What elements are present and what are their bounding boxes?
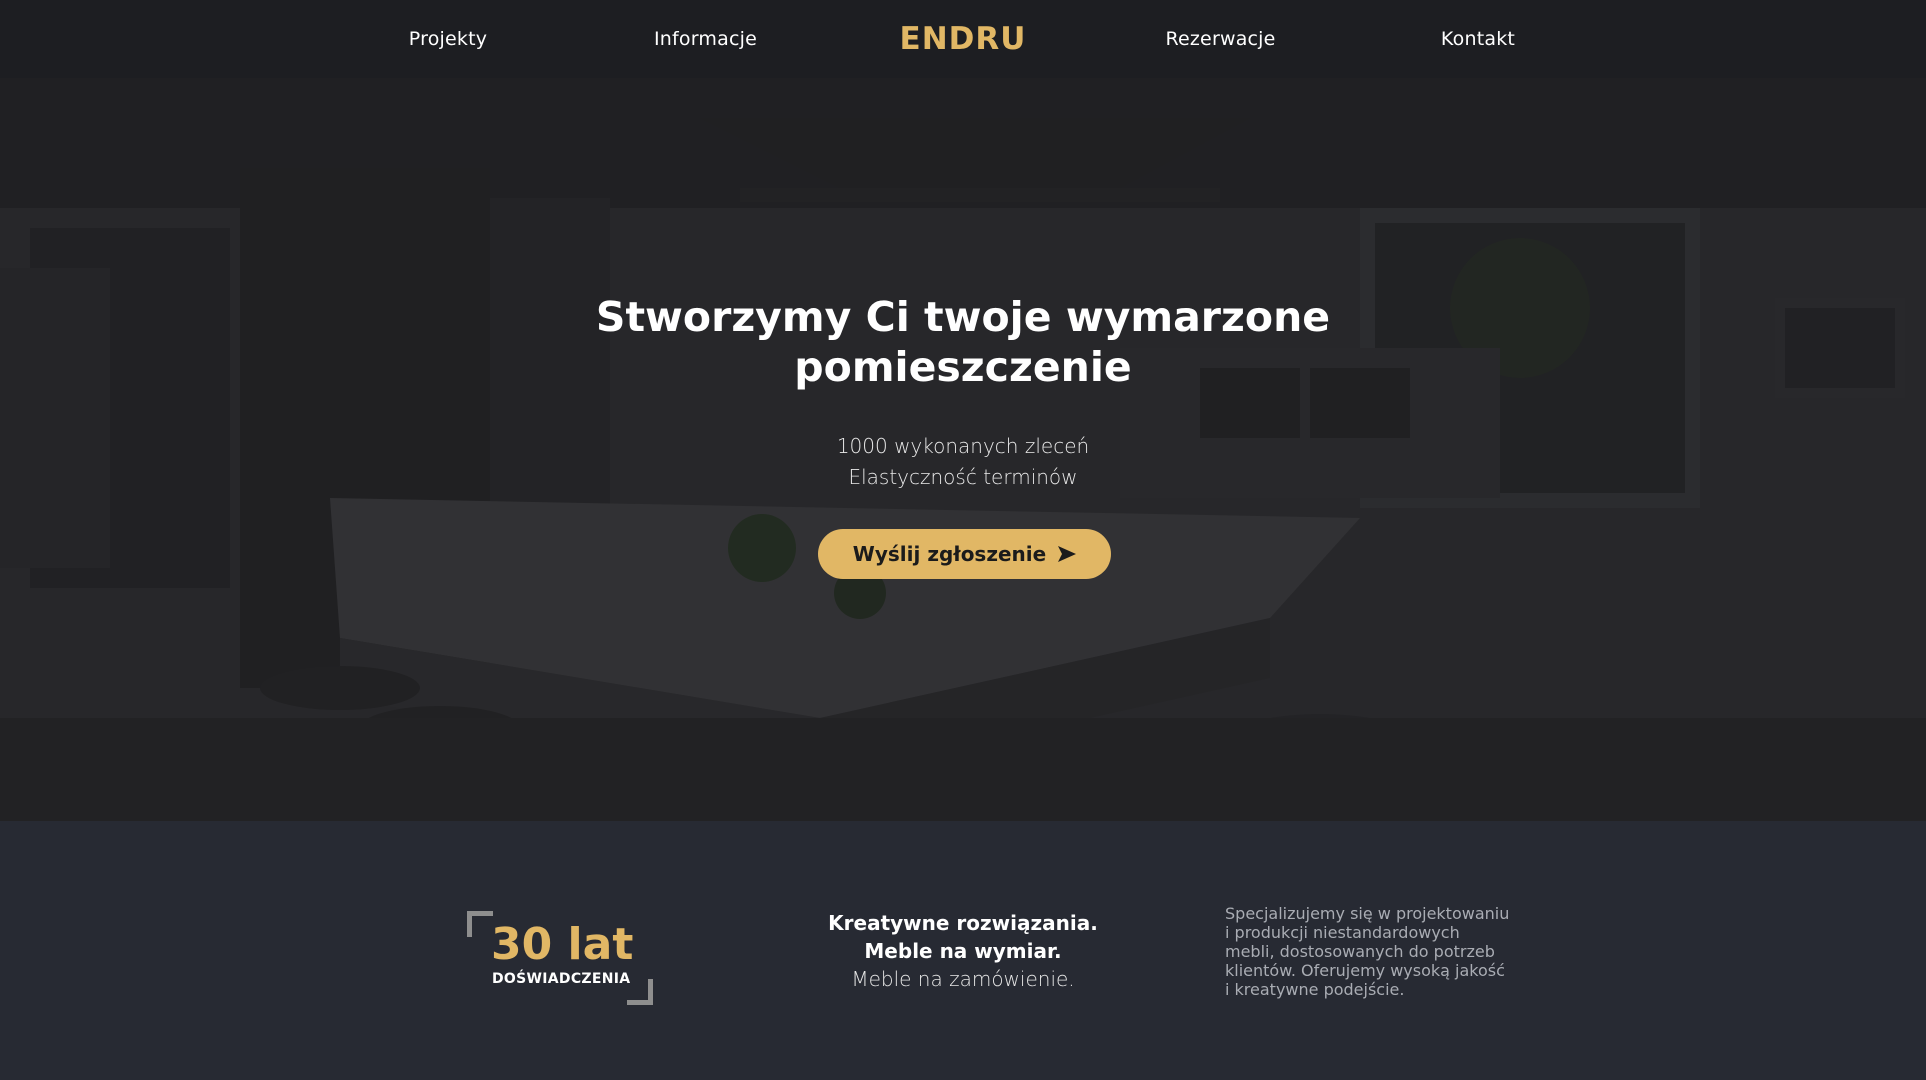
description-line: Specjalizujemy się w projektowaniu	[1225, 904, 1510, 923]
arrow-right-icon	[1058, 546, 1077, 562]
description-line: i kreatywne podejście.	[1225, 980, 1405, 999]
brand-logo[interactable]: ENDRU	[863, 21, 1063, 57]
nav-inner: Projekty Informacje ENDRU Rezerwacje Kon…	[348, 21, 1578, 57]
corner-bracket-top-left	[467, 911, 493, 937]
hero-subtitle-line2: Elastyczność terminów	[848, 465, 1078, 489]
info-section: 30 lat DOŚWIADCZENIA Kreatywne rozwiązan…	[0, 821, 1926, 1080]
hero-subtitle-line1: 1000 wykonanych zleceń	[836, 434, 1090, 458]
corner-bracket-bottom-right	[627, 979, 653, 1005]
description-line: i produkcji niestandardowych	[1225, 923, 1460, 942]
description-line: klientów. Oferujemy wysoką jakość	[1225, 961, 1505, 980]
nav-link-informacje[interactable]: Informacje	[606, 28, 806, 50]
hero-title: Stworzymy Ci twoje wymarzone pomieszczen…	[563, 292, 1363, 392]
hero-subtitle: 1000 wykonanych zleceń Elastyczność term…	[663, 431, 1263, 493]
experience-years: 30 lat	[491, 919, 634, 970]
description-line: mebli, dostosowanych do potrzeb	[1225, 942, 1495, 961]
feature-custom-furniture: Meble na wymiar.	[864, 939, 1062, 963]
nav-link-projekty[interactable]: Projekty	[348, 28, 548, 50]
company-description: Specjalizujemy się w projektowaniu i pro…	[1225, 904, 1525, 999]
experience-label: DOŚWIADCZENIA	[492, 971, 631, 987]
hero-title-line1: Stworzymy Ci twoje wymarzone	[595, 293, 1331, 341]
top-navigation: Projekty Informacje ENDRU Rezerwacje Kon…	[0, 0, 1926, 78]
hero-title-line2: pomieszczenie	[794, 343, 1132, 391]
feature-creative: Kreatywne rozwiązania.	[828, 911, 1098, 935]
feature-made-to-order: Meble na zamówienie.	[851, 967, 1075, 991]
send-request-label: Wyślij zgłoszenie	[852, 542, 1047, 566]
hero-section: Stworzymy Ci twoje wymarzone pomieszczen…	[0, 78, 1926, 821]
nav-link-kontakt[interactable]: Kontakt	[1378, 28, 1578, 50]
features-list: Kreatywne rozwiązania. Meble na wymiar. …	[713, 909, 1213, 993]
send-request-button[interactable]: Wyślij zgłoszenie	[818, 529, 1111, 579]
nav-link-rezerwacje[interactable]: Rezerwacje	[1121, 28, 1321, 50]
experience-badge: 30 lat DOŚWIADCZENIA	[467, 911, 653, 1005]
